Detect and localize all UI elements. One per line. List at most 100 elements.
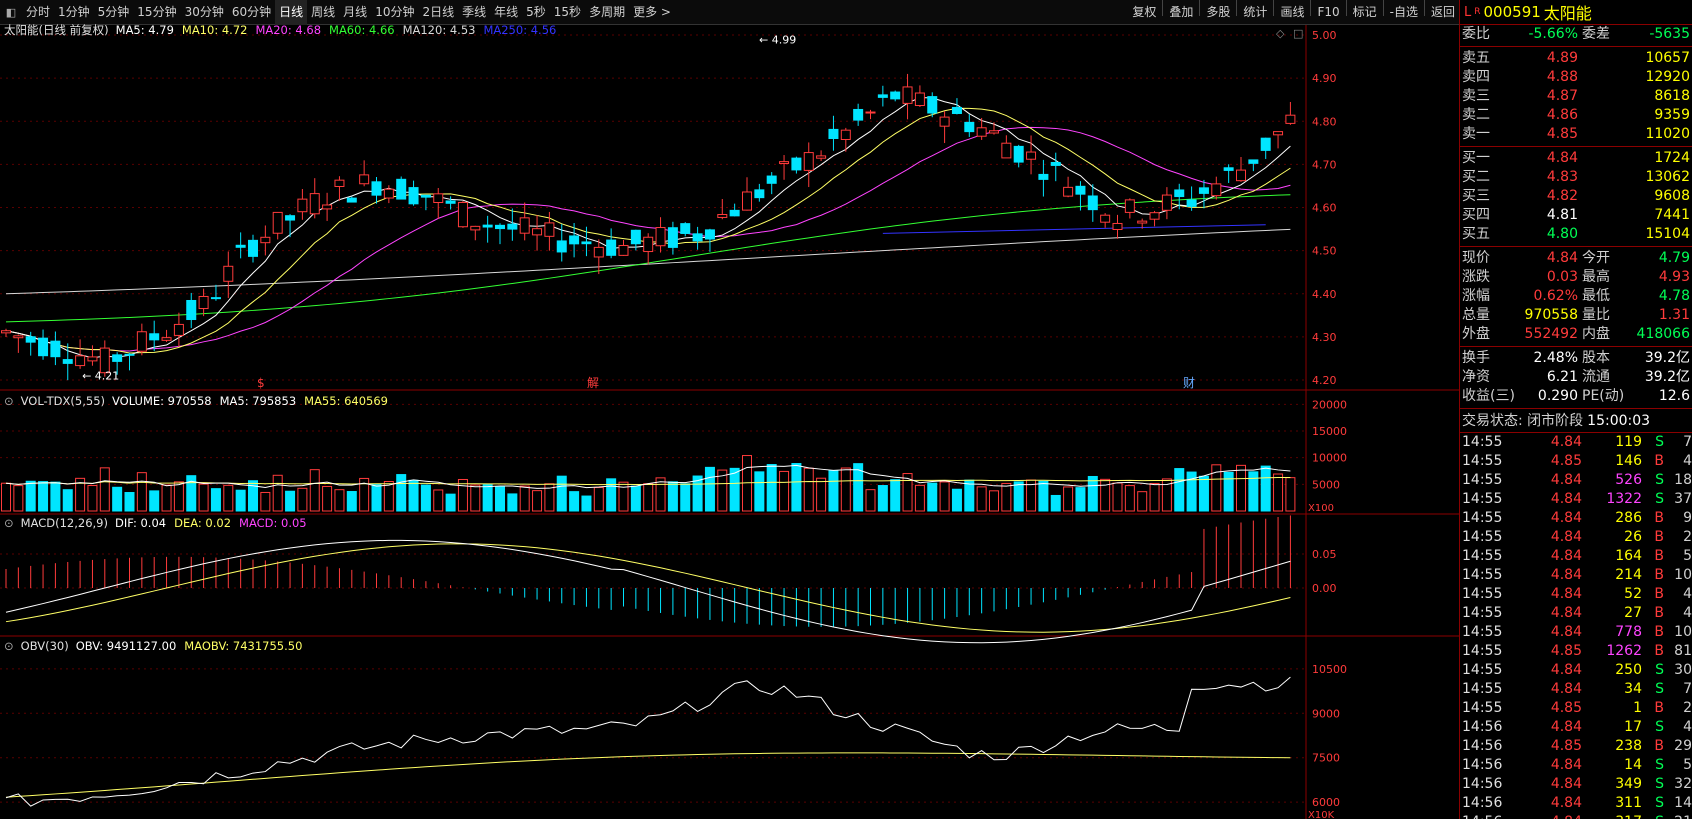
quote-stats: 现价 4.84 今开 4.79 涨跌 0.03 最高 4.93 涨幅 0.62% 最低 4.78 总量 9… xyxy=(1460,249,1692,344)
period-tab-16[interactable]: 更多 > xyxy=(629,0,675,25)
trade-side: S xyxy=(1655,434,1664,450)
action-button-2[interactable]: 多股 xyxy=(1202,0,1234,25)
period-tab-6[interactable]: 日线 xyxy=(275,0,308,25)
volume-bar xyxy=(828,470,839,512)
period-tab-7[interactable]: 周线 xyxy=(307,0,339,25)
trade-row: 14:55 4.84 52 B 4 xyxy=(1460,585,1692,604)
trade-volume: 1322 xyxy=(1606,491,1642,507)
action-button-1[interactable]: 叠加 xyxy=(1165,0,1197,25)
asks-row[interactable]: 卖三 4.87 8618 xyxy=(1460,87,1692,106)
bids-row[interactable]: 买五 4.80 15104 xyxy=(1460,225,1692,244)
trade-volume: 311 xyxy=(1615,795,1642,811)
kline-chart-area[interactable]: 5.00 4.90 4.80 4.70 4.60 4.50 4.40 4.30 4.20 ← 4.… xyxy=(0,23,1459,819)
candle-body xyxy=(25,336,36,343)
action-button-5[interactable]: F10 xyxy=(1313,0,1343,25)
trade-volume: 14 xyxy=(1624,757,1642,773)
trade-side: B xyxy=(1654,624,1664,640)
asks-row[interactable]: 卖二 4.86 9359 xyxy=(1460,106,1692,125)
volume-bar xyxy=(38,481,49,512)
period-tab-4[interactable]: 30分钟 xyxy=(181,0,228,25)
obv-toggle-icon[interactable]: ⊙ xyxy=(4,638,14,654)
candle-body xyxy=(470,225,481,231)
period-tab-1[interactable]: 1分钟 xyxy=(54,0,94,25)
volume-bar xyxy=(13,485,24,512)
sidebar-toggle-icon[interactable]: ◧ xyxy=(0,0,22,25)
candle-body xyxy=(1013,145,1024,163)
action-button-6[interactable]: 标记 xyxy=(1349,0,1381,25)
action-button-4[interactable]: 画线 xyxy=(1276,0,1308,25)
book-volume: 13062 xyxy=(1645,169,1690,185)
ma-legend-item: MA60: 4.66 xyxy=(329,23,395,37)
vol-toggle-icon[interactable]: ⊙ xyxy=(4,393,14,409)
candle-body xyxy=(791,157,802,171)
trade-price: 4.84 xyxy=(1550,472,1582,488)
tick-trades[interactable]: 14:55 4.84 119 S 7 14:55 4.85 146 B 4 14:55 4.84 526… xyxy=(1460,433,1692,819)
period-tab-10[interactable]: 2日线 xyxy=(418,0,458,25)
lr-badge[interactable]: L xyxy=(1464,5,1471,20)
stats-row: 涨跌 0.03 最高 4.93 xyxy=(1460,268,1692,287)
asks-row[interactable]: 卖一 4.85 11020 xyxy=(1460,125,1692,144)
trade-count: 4 xyxy=(1683,453,1692,469)
period-tab-3[interactable]: 15分钟 xyxy=(133,0,180,25)
event-marker: $ xyxy=(257,376,265,390)
period-tab-2[interactable]: 5分钟 xyxy=(94,0,134,25)
stat-label: 量比 xyxy=(1582,307,1610,323)
asks-row[interactable]: 卖五 4.89 10657 xyxy=(1460,49,1692,68)
price-tick: 4.80 xyxy=(1312,115,1337,128)
trade-volume: 1262 xyxy=(1606,643,1642,659)
candle-body xyxy=(1161,194,1172,211)
macd-toggle-icon[interactable]: ⊙ xyxy=(4,515,14,531)
price-tick: 4.20 xyxy=(1312,374,1337,387)
bids-row[interactable]: 买一 4.84 1724 xyxy=(1460,149,1692,168)
period-tab-8[interactable]: 月线 xyxy=(339,0,371,25)
trade-price: 4.84 xyxy=(1550,510,1582,526)
book-label: 买五 xyxy=(1462,226,1490,242)
trade-row: 14:55 4.84 250 S 30 xyxy=(1460,661,1692,680)
period-tab-5[interactable]: 60分钟 xyxy=(228,0,275,25)
period-tab-9[interactable]: 10分钟 xyxy=(371,0,418,25)
asks-row[interactable]: 卖四 4.88 12920 xyxy=(1460,68,1692,87)
action-button-7[interactable]: -自选 xyxy=(1386,0,1422,25)
volume-bar xyxy=(1174,468,1185,512)
period-tab-13[interactable]: 5秒 xyxy=(522,0,550,25)
trade-time: 14:55 xyxy=(1462,567,1503,583)
price-tick: 4.40 xyxy=(1312,288,1337,301)
period-tab-12[interactable]: 年线 xyxy=(490,0,522,25)
candle-body xyxy=(149,333,160,341)
volume-bar xyxy=(420,484,431,512)
volume-bar xyxy=(1137,491,1148,512)
candle-body xyxy=(408,187,419,205)
volume-bar xyxy=(606,478,617,512)
period-tab-0[interactable]: 分时 xyxy=(22,0,54,25)
candle-body xyxy=(173,323,184,336)
bids-row[interactable]: 买四 4.81 7441 xyxy=(1460,206,1692,225)
action-button-0[interactable]: 复权 xyxy=(1128,0,1160,25)
period-tab-11[interactable]: 季线 xyxy=(458,0,490,25)
action-button-3[interactable]: 统计 xyxy=(1239,0,1271,25)
stats2-row: 净资 6.21 流通 39.2亿 xyxy=(1460,368,1692,387)
volume-bar xyxy=(87,485,98,512)
bids-row[interactable]: 买二 4.83 13062 xyxy=(1460,168,1692,187)
candle-body xyxy=(532,228,543,236)
trade-count: 4 xyxy=(1683,719,1692,735)
trade-time: 14:55 xyxy=(1462,510,1503,526)
quote-header: L R 000591 太阳能 xyxy=(1460,0,1692,25)
trade-count: 37 xyxy=(1674,491,1692,507)
kline-svg[interactable]: 5.00 4.90 4.80 4.70 4.60 4.50 4.40 4.30 4.20 ← 4.… xyxy=(0,25,1459,819)
trade-count: 10 xyxy=(1674,624,1692,640)
period-tab-15[interactable]: 多周期 xyxy=(585,0,629,25)
candle-body xyxy=(828,128,839,139)
stat-value: 39.2亿 xyxy=(1644,369,1690,385)
candle-body xyxy=(383,188,394,199)
trade-row: 14:55 4.84 286 B 9 xyxy=(1460,509,1692,528)
bids-row[interactable]: 买三 4.82 9608 xyxy=(1460,187,1692,206)
volume-bar xyxy=(445,493,456,512)
candle-body xyxy=(1038,173,1049,180)
ask-book: 卖五 4.89 10657 卖四 4.88 12920 卖三 4.87 8618 卖二 4.86 93… xyxy=(1460,49,1692,144)
action-button-8[interactable]: 返回 xyxy=(1427,0,1459,25)
candle-body xyxy=(1285,114,1296,124)
trade-volume: 27 xyxy=(1624,605,1642,621)
maobv-line xyxy=(5,752,1291,798)
period-tab-14[interactable]: 15秒 xyxy=(550,0,585,25)
candle-body xyxy=(309,193,320,215)
